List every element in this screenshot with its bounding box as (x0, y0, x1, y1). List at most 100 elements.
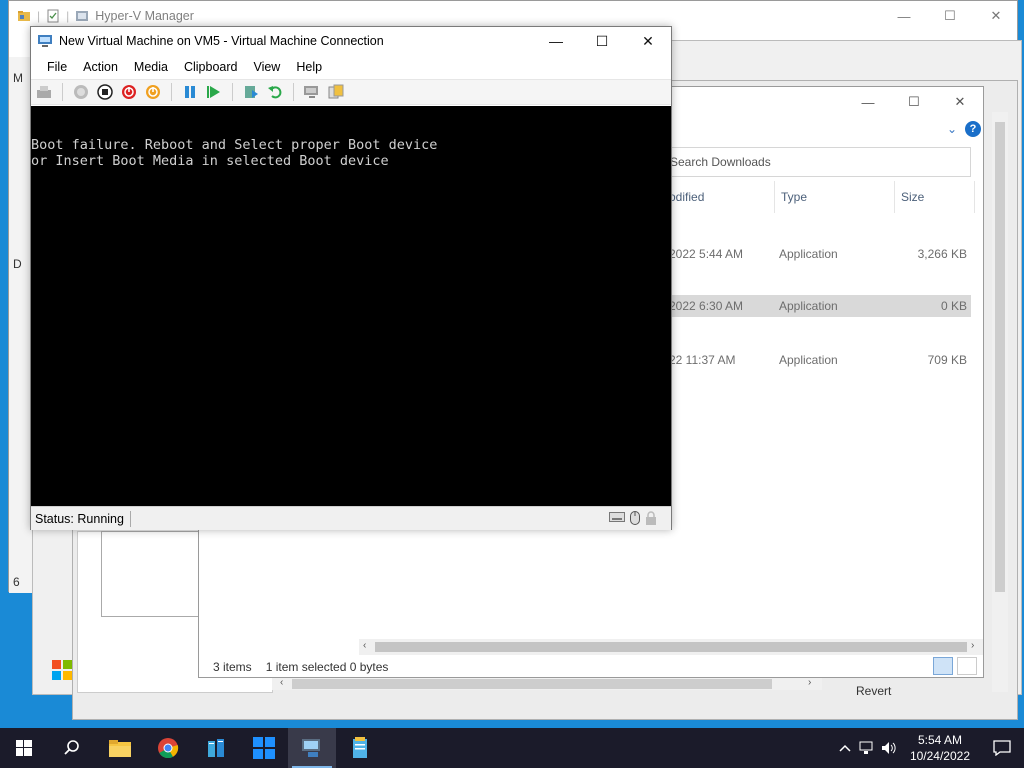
scroll-right-icon[interactable]: › (971, 640, 974, 651)
file-modified: 2022 5:44 AM (669, 246, 744, 261)
window-title: Hyper-V Manager (95, 9, 194, 23)
vm-connection-icon (37, 34, 53, 48)
large-icons-view-icon[interactable] (957, 657, 977, 675)
file-row[interactable]: 22 11:37 AM Application 709 KB (669, 333, 971, 386)
selection-info: 1 item selected 0 bytes (265, 660, 389, 674)
menu-action[interactable]: Action (75, 60, 126, 74)
turn-off-icon[interactable] (96, 83, 114, 101)
start-button[interactable] (0, 728, 48, 768)
column-size[interactable]: Size (895, 181, 975, 213)
help-icon[interactable]: ? (965, 121, 981, 137)
clock-date: 10/24/2022 (909, 749, 970, 763)
item-count: 3 items (213, 660, 252, 674)
taskbar-server-manager[interactable] (192, 728, 240, 768)
network-icon[interactable] (856, 728, 878, 768)
column-modified[interactable]: odified (669, 181, 775, 213)
menu-view[interactable]: View (245, 60, 288, 74)
resume-icon[interactable] (205, 83, 223, 101)
menu-file[interactable]: File (39, 60, 75, 74)
toolbar-separator (62, 83, 63, 101)
menu-media[interactable]: Media (126, 60, 176, 74)
vm-window-controls: — ☐ ✕ (533, 27, 671, 55)
file-size: 0 KB (940, 299, 967, 313)
taskbar: 5:54 AM 10/24/2022 (0, 728, 1024, 768)
taskbar-chrome[interactable] (144, 728, 192, 768)
notification-icon[interactable] (980, 728, 1024, 768)
enhanced-session-icon[interactable] (303, 83, 321, 101)
maximize-button[interactable]: ☐ (891, 87, 937, 117)
close-button[interactable]: ✕ (973, 1, 1019, 31)
taskbar-file-explorer[interactable] (96, 728, 144, 768)
hyperv-window-controls: — ☐ ✕ (881, 1, 1019, 31)
system-tray: 5:54 AM 10/24/2022 (834, 728, 1024, 768)
scroll-right-icon[interactable]: › (808, 677, 811, 688)
status-icons (609, 511, 657, 528)
details-view-icon[interactable] (933, 657, 953, 675)
chevron-up-icon[interactable] (834, 728, 856, 768)
scrollbar-thumb[interactable] (292, 679, 772, 689)
explorer-horizontal-scrollbar[interactable]: ‹ › (359, 639, 983, 655)
properties-icon[interactable] (46, 9, 60, 23)
file-row[interactable]: 2022 5:44 AM Application 3,266 KB (669, 227, 971, 280)
explorer-window-controls: — ☐ ✕ (845, 87, 983, 117)
explorer-status-bar: 3 items 1 item selected 0 bytes (199, 657, 983, 677)
pause-icon[interactable] (181, 83, 199, 101)
file-type: Application (779, 246, 838, 261)
qa-separator: | (66, 9, 70, 23)
save-state-icon[interactable] (144, 83, 162, 101)
search-input[interactable]: Search Downloads (669, 147, 971, 177)
checkpoint-icon[interactable] (242, 83, 260, 101)
file-row-selected[interactable]: 2022 6:30 AM Application 0 KB (669, 295, 971, 317)
nav-letter: M (13, 71, 23, 85)
boot-message: Boot failure. Reboot and Select proper B… (31, 137, 438, 169)
panel (101, 531, 199, 617)
file-size: 3,266 KB (917, 246, 967, 261)
hyperv-icon (302, 739, 320, 757)
maximize-button[interactable]: ☐ (579, 27, 625, 55)
minimize-button[interactable]: — (533, 27, 579, 55)
scrollbar-thumb[interactable] (995, 122, 1005, 592)
server-manager-icon (208, 739, 224, 757)
taskbar-windows-app[interactable] (240, 728, 288, 768)
folder-icon[interactable] (17, 9, 31, 23)
scrollbar-thumb[interactable] (375, 642, 967, 652)
shut-down-icon[interactable] (120, 83, 138, 101)
scroll-left-icon[interactable]: ‹ (280, 677, 283, 688)
column-type[interactable]: Type (775, 181, 895, 213)
vm-display[interactable]: Boot failure. Reboot and Select proper B… (31, 106, 671, 506)
vertical-scrollbar[interactable] (992, 112, 1008, 692)
minimize-button[interactable]: — (845, 87, 891, 117)
taskbar-hyperv-manager[interactable] (288, 728, 336, 768)
menu-help[interactable]: Help (288, 60, 330, 74)
keyboard-icon (609, 511, 625, 528)
search-button[interactable] (48, 728, 96, 768)
quick-access-toolbar: | | (9, 9, 89, 23)
vm-connection-window: New Virtual Machine on VM5 - Virtual Mac… (30, 26, 672, 530)
file-size: 709 KB (927, 352, 967, 367)
search-icon (64, 740, 79, 755)
volume-icon[interactable] (878, 728, 900, 768)
vm-menu-bar: File Action Media Clipboard View Help (31, 55, 671, 79)
ctrl-alt-del-icon[interactable] (35, 83, 53, 101)
menu-clipboard[interactable]: Clipboard (176, 60, 246, 74)
maximize-button[interactable]: ☐ (927, 1, 973, 31)
hyperv-app-icon (75, 9, 89, 23)
share-icon[interactable] (327, 83, 345, 101)
close-button[interactable]: ✕ (625, 27, 671, 55)
scroll-left-icon[interactable]: ‹ (363, 640, 366, 651)
windows-logo-icon (52, 660, 72, 680)
nav-letter: 6 (13, 575, 20, 589)
expand-ribbon-icon[interactable]: ⌄ (947, 122, 957, 136)
file-explorer-icon (109, 740, 131, 757)
revert-button[interactable]: Revert (856, 684, 891, 698)
revert-icon[interactable] (266, 83, 284, 101)
status-separator (129, 510, 131, 527)
search-placeholder: Search Downloads (670, 155, 771, 169)
taskbar-vm-connection[interactable] (336, 728, 384, 768)
windows-tiles-icon (253, 737, 275, 759)
close-button[interactable]: ✕ (937, 87, 983, 117)
start-icon[interactable] (72, 83, 90, 101)
horizontal-scrollbar[interactable]: ‹ › (272, 676, 822, 690)
clock[interactable]: 5:54 AM 10/24/2022 (900, 732, 980, 764)
minimize-button[interactable]: — (881, 1, 927, 31)
